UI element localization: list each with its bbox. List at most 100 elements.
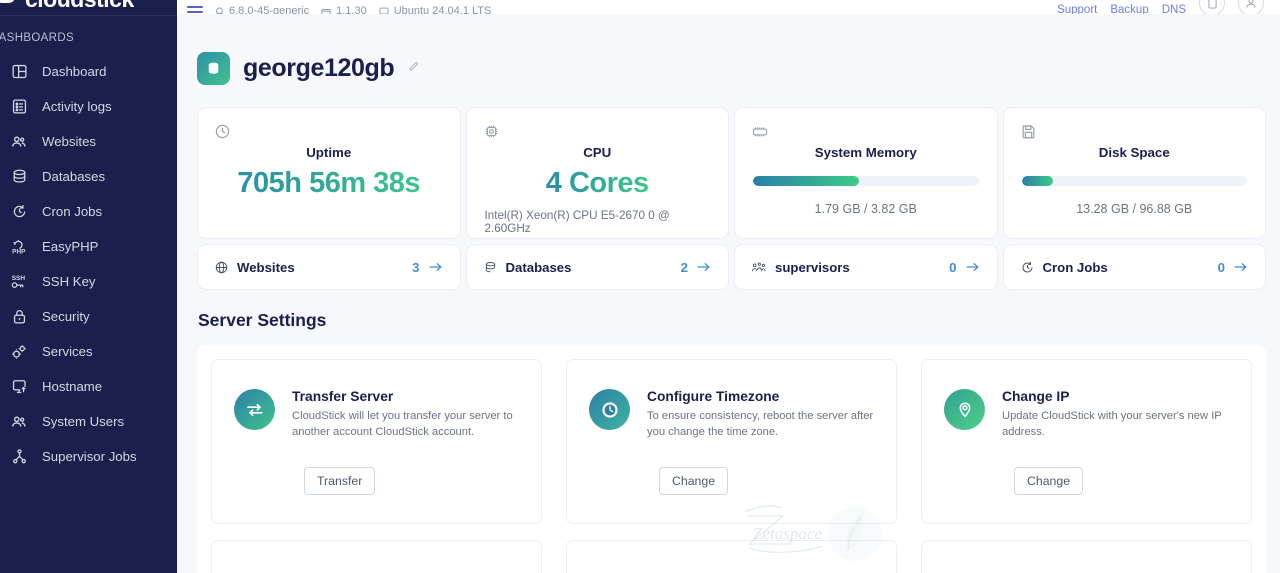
topbar-link-dns[interactable]: DNS: [1162, 4, 1186, 14]
quick-link-supervisors[interactable]: supervisors 0: [734, 244, 998, 290]
disk-progress-bar: [1021, 176, 1247, 186]
clock-icon: [214, 123, 231, 145]
easyphp-icon: PHP: [9, 237, 29, 257]
quick-link-label: Cron Jobs: [1042, 259, 1108, 275]
sidebar-item-label: Websites: [42, 134, 96, 149]
uptime-value: 705h 56m 38s: [237, 167, 421, 199]
globe-icon: [214, 260, 229, 275]
sidebar-item-dashboard[interactable]: Dashboard: [0, 54, 177, 89]
sidebar: cloudstick DASHBOARDS Dashboard Activity…: [0, 0, 177, 573]
supervisor-jobs-icon: [9, 447, 29, 467]
arrow-right-icon: [428, 260, 444, 274]
page-header: george120gb: [197, 14, 1266, 107]
setting-title: Configure Timezone: [647, 389, 780, 404]
sidebar-item-supervisor-jobs[interactable]: Supervisor Jobs: [0, 439, 177, 474]
cpu-value: 4 Cores: [545, 167, 649, 199]
sidebar-item-cron-jobs[interactable]: Cron Jobs: [0, 194, 177, 229]
sidebar-item-hostname[interactable]: Hostname: [0, 369, 177, 404]
sidebar-item-databases[interactable]: Databases: [0, 159, 177, 194]
sidebar-item-label: Cron Jobs: [42, 204, 103, 219]
security-lock-icon: [9, 307, 29, 327]
linux-tux-icon: [216, 6, 223, 14]
databases-icon: [9, 167, 29, 187]
notes-icon[interactable]: [1199, 0, 1225, 14]
change-timezone-button[interactable]: Change: [659, 467, 729, 495]
disk-save-icon: [1020, 123, 1037, 145]
setting-card-partial: [921, 540, 1252, 573]
user-avatar-icon[interactable]: [1238, 0, 1264, 14]
os-version: Ubuntu 24.04.1 LTS: [378, 5, 491, 14]
sidebar-item-system-users[interactable]: System Users: [0, 404, 177, 439]
quick-link-count: 3: [412, 259, 420, 275]
sidebar-item-easyphp[interactable]: PHP EasyPHP: [0, 229, 177, 264]
stat-label: Uptime: [306, 145, 352, 160]
topbar-link-backup[interactable]: Backup: [1110, 4, 1148, 14]
sidebar-nav: Dashboard Activity logs Websites Databas…: [0, 54, 177, 474]
memory-ram-icon: [751, 123, 769, 145]
sidebar-item-activity-logs[interactable]: Activity logs: [0, 89, 177, 124]
timezone-clock-icon: [589, 389, 630, 430]
ssh-key-icon: SSH: [9, 272, 29, 292]
sidebar-item-websites[interactable]: Websites: [0, 124, 177, 159]
sidebar-item-ssh-key[interactable]: SSH SSH Key: [0, 264, 177, 299]
sidebar-item-label: Hostname: [42, 379, 103, 394]
setting-title: Change IP: [1002, 389, 1070, 404]
change-ip-button[interactable]: Change: [1014, 467, 1084, 495]
package-icon: [321, 8, 331, 14]
quick-link-label: Databases: [505, 259, 572, 275]
arrow-right-icon: [1233, 260, 1249, 274]
menu-toggle-icon[interactable]: [187, 6, 203, 14]
sidebar-item-label: Security: [42, 309, 90, 324]
setting-description: CloudStick will let you transfer your se…: [292, 410, 513, 439]
sidebar-item-label: System Users: [42, 414, 125, 429]
memory-progress-bar: [753, 176, 979, 186]
quick-link-websites[interactable]: Websites 3: [197, 244, 461, 290]
quick-link-count: 2: [680, 259, 688, 275]
setting-description: To ensure consistency, reboot the server…: [647, 410, 874, 439]
quick-link-label: Websites: [237, 259, 295, 275]
sidebar-item-label: Activity logs: [42, 99, 112, 114]
stats-row: Uptime 705h 56m 38s CPU 4 Cores Intel(R)…: [197, 107, 1266, 239]
activity-logs-icon: [9, 97, 29, 117]
quick-link-databases[interactable]: Databases 2: [465, 244, 729, 290]
kernel-version: 6.8.0-45-generic: [214, 5, 309, 14]
cloudstick-logo-icon: [0, 0, 22, 14]
server-database-icon: [197, 52, 230, 85]
supervisors-icon: [751, 260, 767, 275]
stat-card-cpu: CPU 4 Cores Intel(R) Xeon(R) CPU E5-2670…: [465, 107, 729, 239]
sidebar-item-services[interactable]: Services: [0, 334, 177, 369]
disk-usage-text: 13.28 GB / 96.88 GB: [1076, 202, 1193, 216]
transfer-arrows-icon: [234, 389, 275, 430]
system-users-icon: [9, 412, 29, 432]
topbar-link-support[interactable]: Support: [1057, 4, 1097, 14]
stat-label: Disk Space: [1098, 145, 1170, 160]
services-gear-icon: [9, 342, 29, 362]
stat-label: CPU: [583, 145, 612, 160]
setting-card-partial: [211, 540, 542, 573]
websites-icon: [9, 132, 29, 152]
arrow-right-icon: [696, 260, 712, 274]
sidebar-item-label: Supervisor Jobs: [42, 449, 137, 464]
quick-link-cron-jobs[interactable]: Cron Jobs 0: [1002, 244, 1266, 290]
quick-link-count: 0: [949, 259, 957, 275]
transfer-button[interactable]: Transfer: [304, 467, 376, 495]
brand-logo[interactable]: cloudstick: [0, 0, 177, 15]
location-pin-icon: [944, 389, 985, 430]
setting-card-configure-timezone: Configure Timezone To ensure consistency…: [566, 359, 897, 524]
quick-link-label: supervisors: [775, 259, 850, 275]
page-title: george120gb: [243, 54, 395, 82]
stat-card-disk: Disk Space 13.28 GB / 96.88 GB: [1002, 107, 1266, 239]
quick-links-row: Websites 3 Databases 2 supervisors 0 Cro…: [197, 244, 1266, 290]
brand-name: cloudstick: [25, 0, 134, 13]
cron-clock-icon: [1020, 260, 1035, 275]
sidebar-item-security[interactable]: Security: [0, 299, 177, 334]
cron-jobs-icon: [9, 202, 29, 222]
pencil-edit-icon[interactable]: [407, 60, 420, 78]
svg-text:SSH: SSH: [11, 275, 25, 282]
quick-link-count: 0: [1217, 259, 1225, 275]
server-settings-row-2: [211, 540, 1252, 573]
cpu-model: Intel(R) Xeon(R) CPU E5-2670 0 @ 2.60GHz: [484, 209, 670, 235]
sidebar-item-label: Services: [42, 344, 93, 359]
monitor-icon: [379, 7, 389, 14]
memory-usage-text: 1.79 GB / 3.82 GB: [814, 202, 917, 216]
